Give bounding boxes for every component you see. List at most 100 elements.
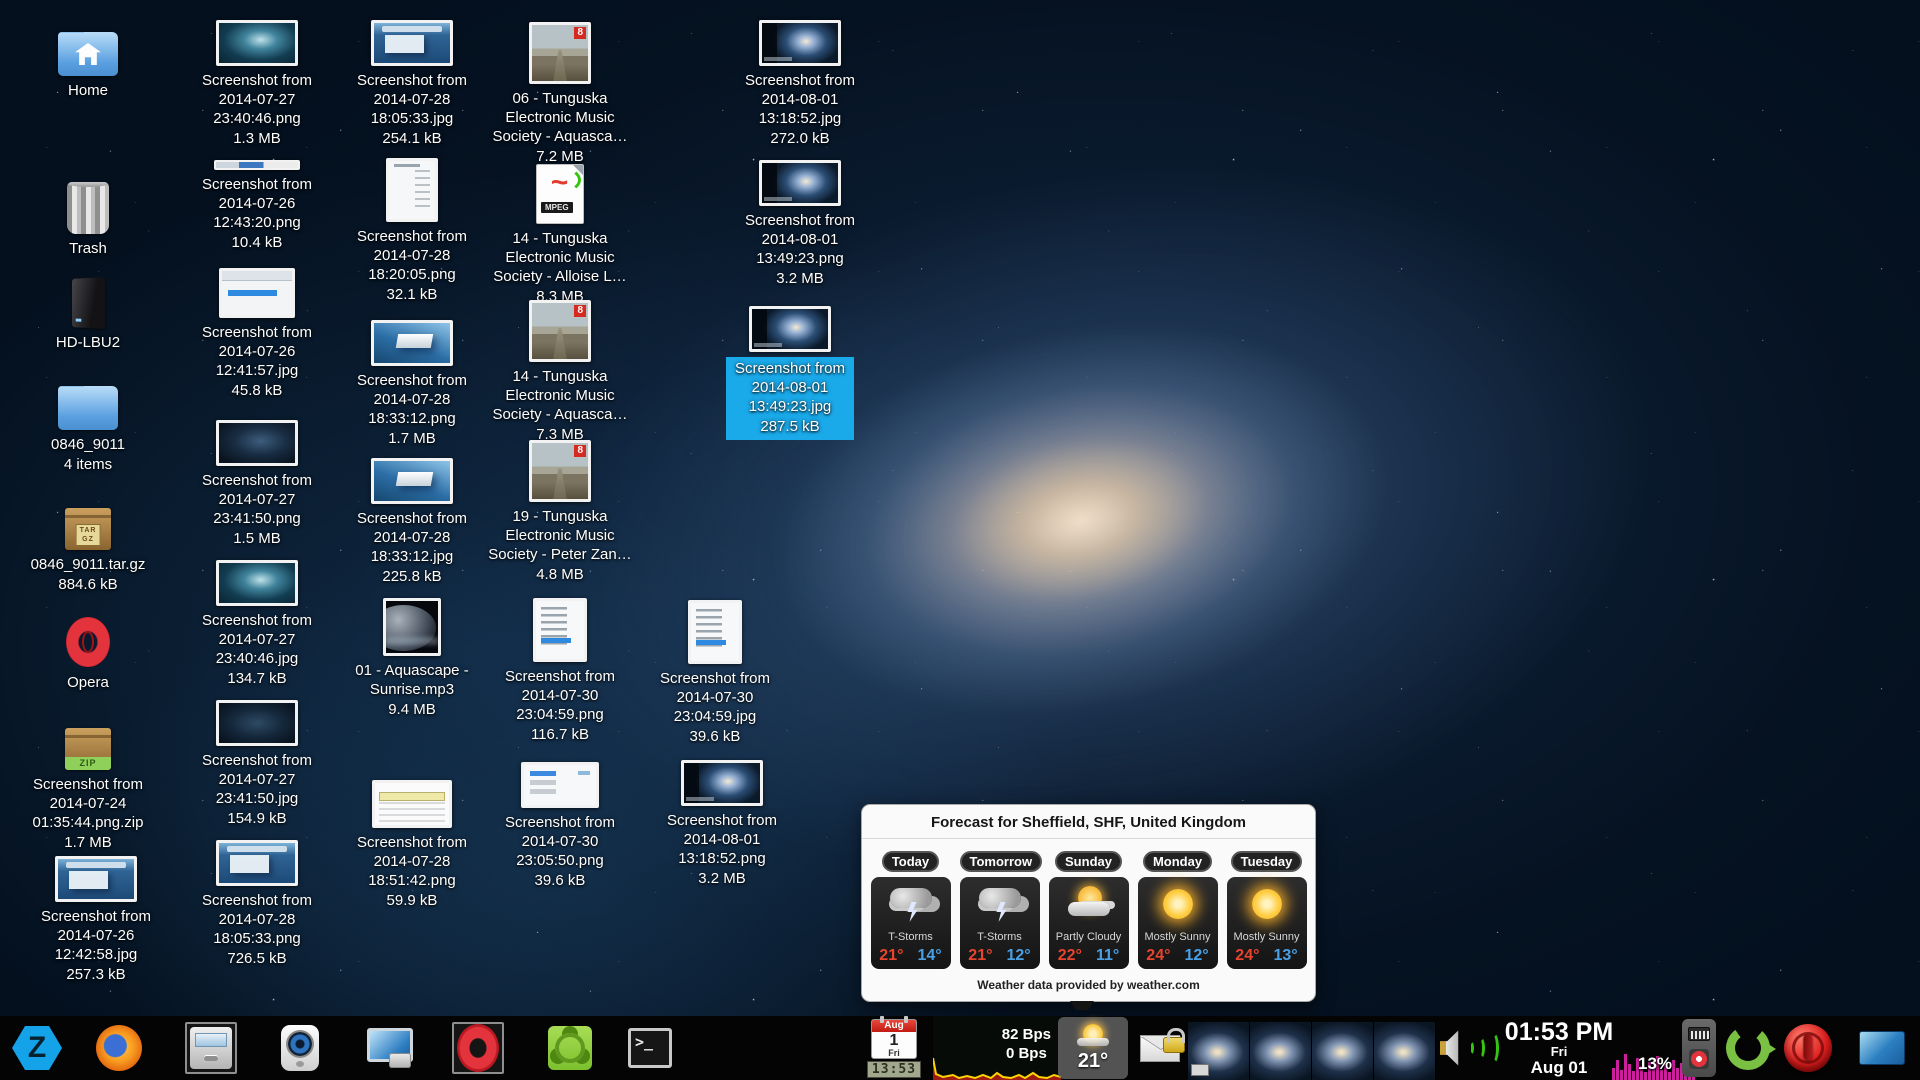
icon-label: Opera — [67, 673, 109, 692]
workspace-1[interactable] — [1188, 1022, 1250, 1080]
shutdown-button[interactable] — [1780, 1016, 1836, 1080]
desktop-icon-ss-2014-07-26-124320-png[interactable]: Screenshot from 2014-07-26 12:43:20.png1… — [177, 160, 337, 252]
forecast-day-tomorrow[interactable]: TomorrowT-Storms21°12° — [960, 851, 1040, 969]
ss-2014-07-28-185142-png-thumbnail — [372, 780, 452, 828]
file-manager-launcher[interactable] — [185, 1022, 237, 1074]
icon-label: Screenshot from 2014-07-27 23:41:50.jpg — [202, 751, 312, 808]
logout-button[interactable] — [1720, 1016, 1776, 1080]
workspace-2[interactable] — [1250, 1022, 1312, 1080]
condition-label: Mostly Sunny — [1144, 931, 1210, 944]
network-graph — [933, 1056, 1061, 1080]
media-player-launcher[interactable] — [274, 1022, 326, 1074]
volume-applet[interactable] — [1438, 1016, 1500, 1080]
workspace-3[interactable] — [1312, 1022, 1374, 1080]
icon-text: Screenshot from 2014-07-30 23:04:59.png1… — [505, 667, 615, 744]
opera-browser-launcher[interactable] — [452, 1022, 504, 1074]
desktop-icon-ss-2014-07-27-234046-png[interactable]: Screenshot from 2014-07-27 23:40:46.png1… — [177, 20, 337, 148]
day-label: Sunday — [1055, 851, 1122, 872]
ss-2014-08-01-131852-png-thumbnail — [681, 760, 763, 806]
workspace-switcher[interactable] — [1188, 1022, 1436, 1080]
icon-label: 06 - Tunguska Electronic Music Society -… — [492, 89, 627, 146]
desktop-icon-folder-0846-9011[interactable]: 0846_90114 items — [8, 376, 168, 474]
zorin-icon: Z — [12, 1026, 62, 1070]
firefox-launcher[interactable] — [93, 1022, 145, 1074]
show-desktop-button[interactable] — [1856, 1016, 1908, 1080]
file-type-badge: 8 — [574, 27, 586, 39]
software-center-launcher[interactable] — [544, 1022, 596, 1074]
desktop-icon-ss-2014-07-28-180533-jpg[interactable]: Screenshot from 2014-07-28 18:05:33.jpg2… — [332, 20, 492, 148]
workspace-4[interactable] — [1374, 1022, 1436, 1080]
file-type-badge: ZIP — [65, 757, 111, 770]
icon-text: Home — [68, 81, 108, 100]
desktop-icon-ss-2014-07-28-182005-png[interactable]: Screenshot from 2014-07-28 18:20:05.png3… — [332, 158, 492, 304]
low-temp: 11° — [1096, 947, 1119, 964]
weather-applet[interactable]: 21° — [1058, 1017, 1128, 1079]
icon-size: 10.4 kB — [202, 233, 312, 252]
desktop-icon-opera-launcher-desktop[interactable]: Opera — [8, 616, 168, 692]
desktop-icon-tunguska-19-peter-zan[interactable]: 819 - Tunguska Electronic Music Society … — [480, 440, 640, 584]
forecast-day-monday[interactable]: MondayMostly Sunny24°12° — [1138, 851, 1218, 969]
ss-2014-07-28-180533-jpg-thumbnail — [371, 20, 453, 66]
terminal-launcher[interactable]: >_ — [624, 1022, 676, 1074]
desktop-icon-ss-2014-07-27-234150-jpg[interactable]: Screenshot from 2014-07-27 23:41:50.jpg1… — [177, 700, 337, 828]
network-download-speed: 82 Bps — [1002, 1025, 1051, 1044]
desktop-icon-hd-lbu2[interactable]: HD-LBU2 — [8, 278, 168, 352]
desktop-icon-home[interactable]: Home — [8, 22, 168, 100]
desktop-icon-zip-2014-07-24[interactable]: ZIPScreenshot from 2014-07-24 01:35:44.p… — [8, 728, 168, 852]
desktop-icon-trash[interactable]: Trash — [8, 182, 168, 258]
desktop-icon-tunguska-14-alloise[interactable]: MPEG~14 - Tunguska Electronic Music Soci… — [480, 164, 640, 306]
icon-size: 287.5 kB — [735, 417, 845, 436]
desktop-icon-ss-2014-08-01-131852-jpg[interactable]: Screenshot from 2014-08-01 13:18:52.jpg2… — [720, 20, 880, 148]
desktop-icon-ss-2014-07-27-234046-jpg[interactable]: Screenshot from 2014-07-27 23:40:46.jpg1… — [177, 560, 337, 688]
forecast-footer: Weather data provided by weather.com — [862, 973, 1315, 1001]
desktop-icon-tunguska-14-aquascape[interactable]: 814 - Tunguska Electronic Music Society … — [480, 300, 640, 444]
clock-applet[interactable]: 01:53 PM Fri Aug 01 — [1498, 1016, 1620, 1080]
desktop-icon-ss-2014-08-01-134923-png[interactable]: Screenshot from 2014-08-01 13:49:23.png3… — [720, 160, 880, 288]
opera-tray-icon[interactable] — [1689, 1049, 1709, 1069]
condition-label: T-Storms — [977, 931, 1022, 944]
desktop-icon-ss-2014-07-28-180533-png[interactable]: Screenshot from 2014-07-28 18:05:33.png7… — [177, 840, 337, 968]
trash-thumbnail — [67, 182, 109, 234]
zorin-menu-launcher[interactable]: Z — [11, 1022, 63, 1074]
icon-text: 0846_90114 items — [51, 435, 125, 474]
condition-label: Partly Cloudy — [1056, 931, 1121, 944]
icon-label: Screenshot from 2014-07-26 12:41:57.jpg — [202, 323, 312, 380]
icon-label: Screenshot from 2014-07-28 18:33:12.png — [357, 371, 467, 428]
keyboard-indicator-icon[interactable] — [1688, 1027, 1710, 1041]
temps: 21°12° — [968, 947, 1030, 964]
desktop-icon-ss-2014-07-28-183312-jpg[interactable]: Screenshot from 2014-07-28 18:33:12.jpg2… — [332, 458, 492, 586]
hd-lbu2-thumbnail — [72, 277, 105, 329]
lcd-clock: 13:53 — [867, 1061, 921, 1078]
desktop-icon-ss-2014-07-30-230550-png[interactable]: Screenshot from 2014-07-30 23:05:50.png3… — [480, 762, 640, 890]
forecast-day-today[interactable]: TodayT-Storms21°14° — [871, 851, 951, 969]
home-thumbnail — [58, 32, 118, 76]
forecast-day-sunday[interactable]: SundayPartly Cloudy22°11° — [1049, 851, 1129, 969]
keyring-mail-applet[interactable] — [1134, 1016, 1186, 1080]
calendar-applet[interactable]: Aug 1 Fri 13:53 — [866, 1016, 922, 1080]
desktop-icon-ss-2014-07-26-124157-jpg[interactable]: Screenshot from 2014-07-26 12:41:57.jpg4… — [177, 268, 337, 400]
aquascape-sunrise-mp3-thumbnail — [383, 598, 441, 656]
icon-text: 19 - Tunguska Electronic Music Society -… — [488, 507, 631, 584]
icon-label: Screenshot from 2014-07-28 18:20:05.png — [357, 227, 467, 284]
desktop-icon-ss-2014-07-26-124258-jpg[interactable]: Screenshot from 2014-07-26 12:42:58.jpg2… — [16, 856, 176, 984]
desktop-icon-ss-2014-07-30-230459-jpg[interactable]: Screenshot from 2014-07-30 23:04:59.jpg3… — [635, 600, 795, 746]
network-monitor-applet[interactable]: 82 Bps 0 Bps — [933, 1016, 1061, 1080]
ss-2014-07-26-124157-jpg-thumbnail — [219, 268, 295, 318]
desktop-icon-ss-2014-08-01-131852-png[interactable]: Screenshot from 2014-08-01 13:18:52.png3… — [642, 760, 802, 888]
clock-date: Aug 01 — [1531, 1059, 1588, 1077]
desktop-icon-aquascape-sunrise-mp3[interactable]: 01 - Aquascape - Sunrise.mp39.4 MB — [332, 598, 492, 719]
desktop-icon-ss-2014-07-28-185142-png[interactable]: Screenshot from 2014-07-28 18:51:42.png5… — [332, 780, 492, 910]
mostly-sunny-icon — [1155, 884, 1201, 924]
desktop-icon-ss-2014-07-27-234150-png[interactable]: Screenshot from 2014-07-27 23:41:50.png1… — [177, 420, 337, 548]
desktop-icon-tunguska-06-aquascape[interactable]: 8 06 - Tunguska Electronic Music Society … — [480, 22, 640, 166]
forecast-day-tuesday[interactable]: TuesdayMostly Sunny24°13° — [1227, 851, 1307, 969]
show-desktop-icon — [1859, 1031, 1905, 1065]
desktop-icon-ss-2014-07-28-183312-png[interactable]: Screenshot from 2014-07-28 18:33:12.png1… — [332, 320, 492, 448]
icon-text: Screenshot from 2014-08-01 13:18:52.png3… — [667, 811, 777, 888]
desktop-icon-ss-2014-07-30-230459-png[interactable]: Screenshot from 2014-07-30 23:04:59.png1… — [480, 598, 640, 744]
ss-2014-07-27-234150-png-thumbnail — [216, 420, 298, 466]
desktop-icon-ss-2014-08-01-134923-jpg[interactable]: Screenshot from 2014-08-01 13:49:23.jpg2… — [710, 306, 870, 440]
screenshot-tool-launcher[interactable] — [362, 1022, 414, 1074]
desktop-icon-targz-0846-9011[interactable]: TAR GZ0846_9011.tar.gz884.6 kB — [8, 508, 168, 594]
icon-text: Screenshot from 2014-07-26 12:43:20.png1… — [202, 175, 312, 252]
